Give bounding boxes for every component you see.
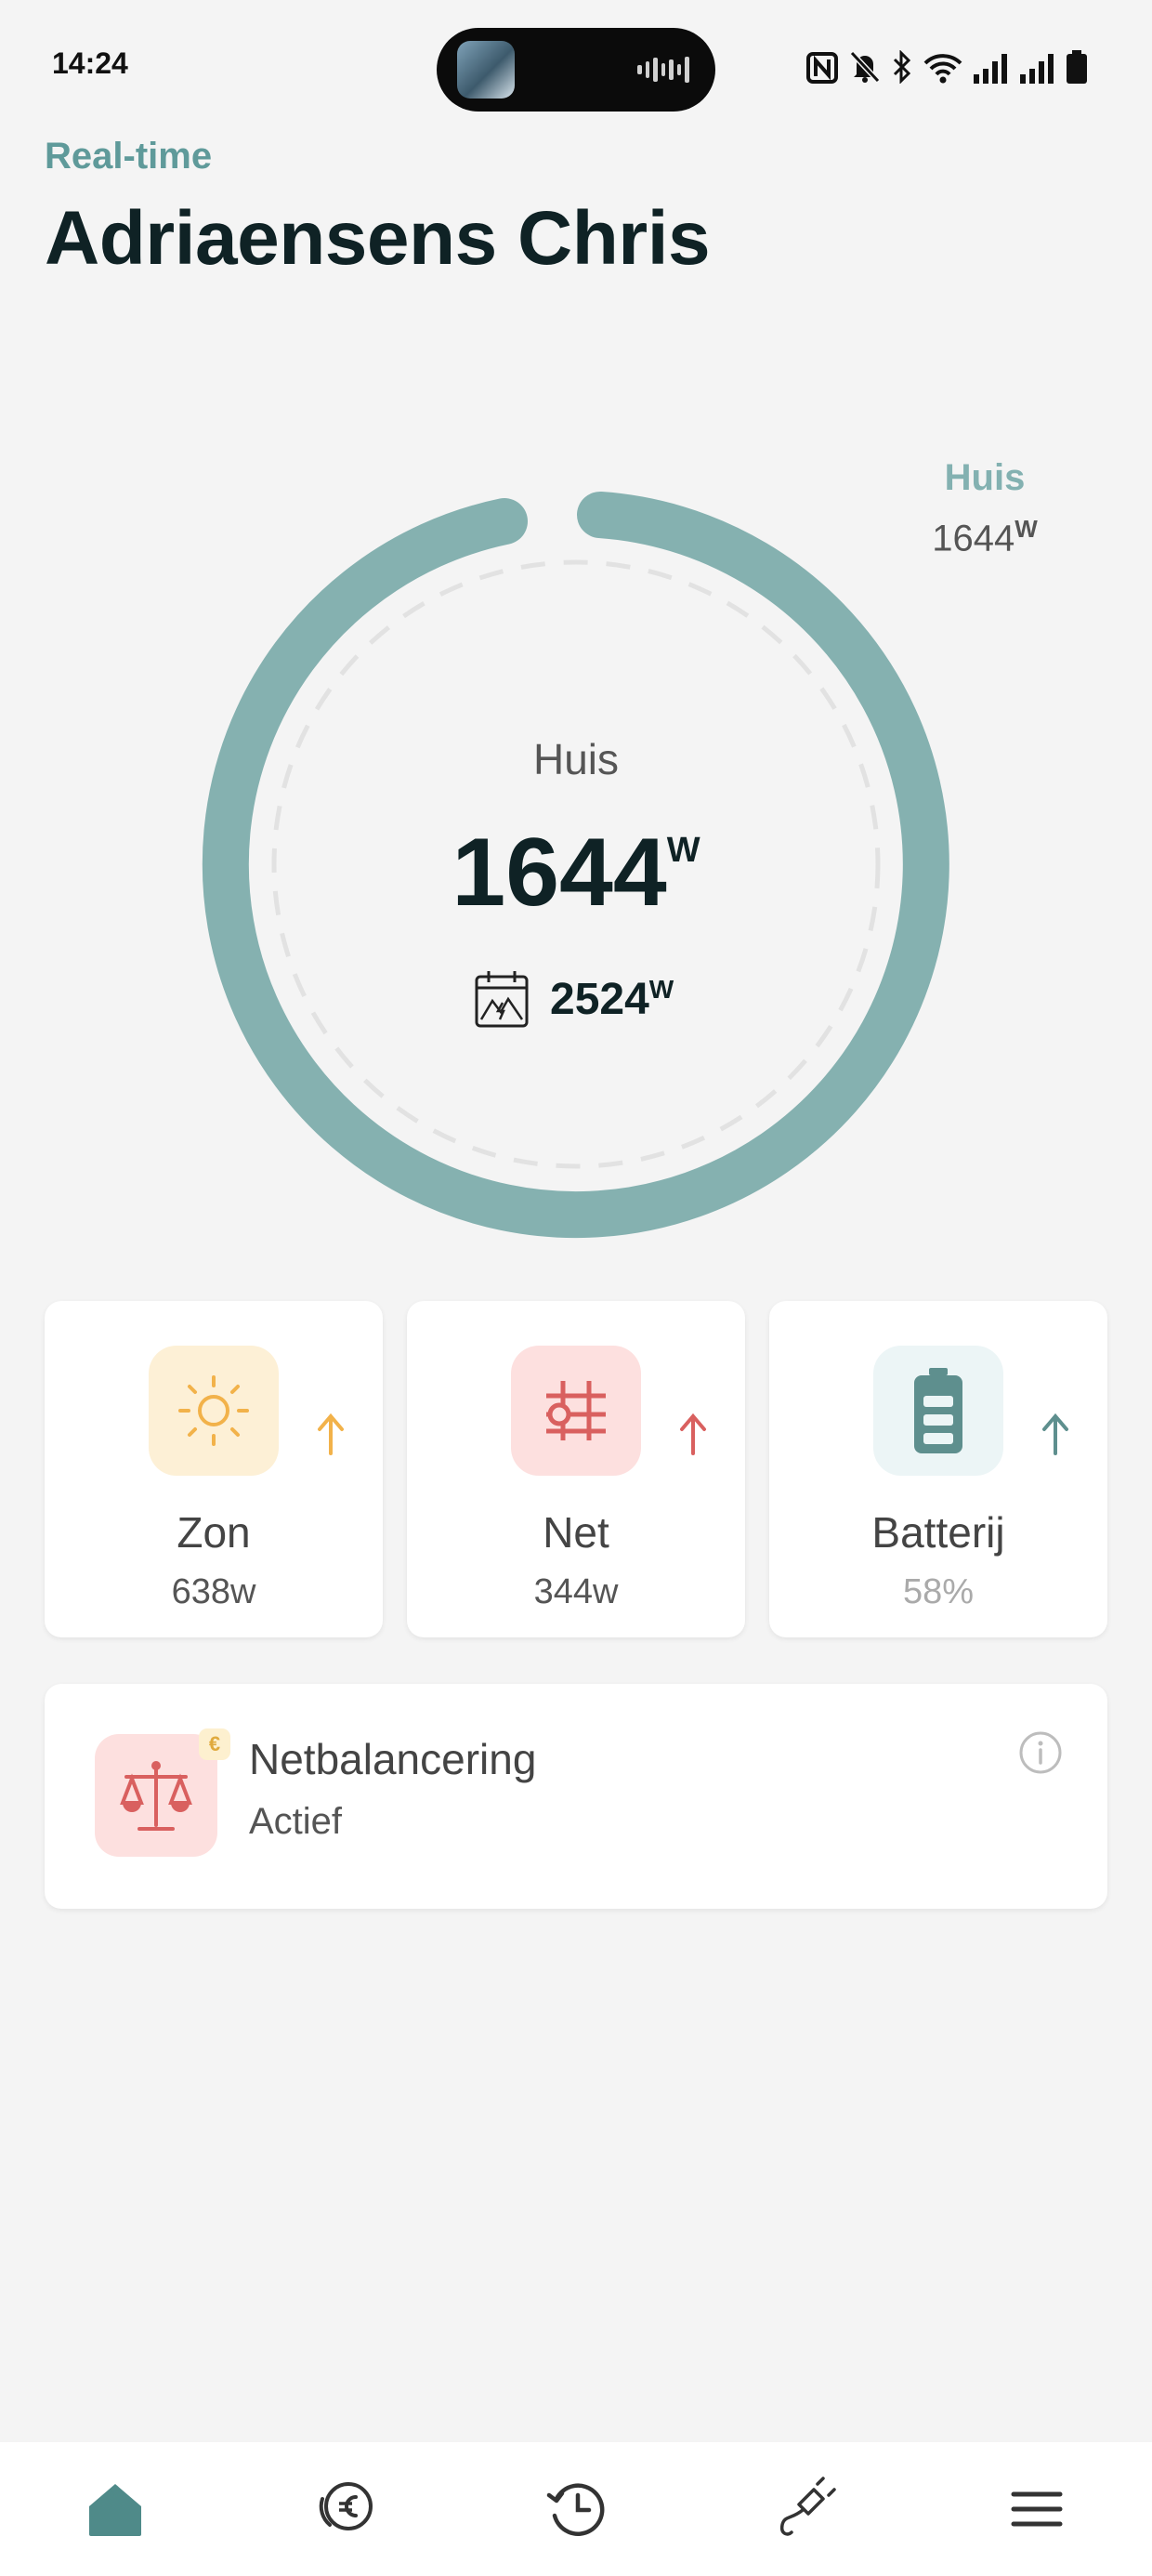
status-icons [806, 50, 1087, 84]
sun-icon-box [149, 1346, 279, 1476]
grid-icon [546, 1381, 606, 1440]
nav-history[interactable] [520, 2453, 632, 2565]
wifi-icon [923, 54, 962, 84]
audio-wave-icon [637, 56, 690, 84]
card-zon[interactable]: Zon 638w [45, 1301, 383, 1637]
page-title: Adriaensens Chris [45, 196, 711, 281]
card-value: 58% [902, 1572, 975, 1611]
bluetooth-icon [893, 50, 911, 84]
netbalancing-title: Netbalancering [249, 1735, 537, 1783]
plug-icon [779, 2477, 836, 2536]
netbalancing-card[interactable]: € Netbalancering Actief [45, 1684, 1107, 1909]
bottom-navigation [0, 2442, 1152, 2576]
history-icon [546, 2483, 605, 2536]
nav-home[interactable] [59, 2453, 171, 2565]
battery-icon [1067, 50, 1087, 84]
gauge-corner-label: Huis [944, 457, 1026, 498]
netbalancing-status: Actief [249, 1801, 343, 1842]
grid-icon-box [511, 1346, 641, 1476]
menu-icon [1011, 2491, 1063, 2527]
card-value: 638w [171, 1572, 256, 1611]
battery-icon-box [873, 1346, 1003, 1476]
page-subtitle: Real-time [45, 136, 213, 177]
arrow-up-icon [1042, 1413, 1068, 1455]
euro-badge: € [199, 1728, 230, 1760]
status-time: 14:24 [52, 46, 128, 80]
info-icon[interactable] [1018, 1730, 1063, 1775]
card-label: Zon [177, 1508, 251, 1557]
bell-muted-icon [849, 50, 881, 84]
scale-icon [120, 1761, 192, 1831]
signal-icon [1020, 54, 1054, 84]
home-icon [89, 2484, 141, 2536]
arrow-up-icon [680, 1413, 706, 1455]
nav-menu[interactable] [981, 2453, 1093, 2565]
peak-value: 2524 [550, 974, 649, 1024]
signal-icon [974, 54, 1007, 84]
gauge-corner-value: 1644W [932, 515, 1038, 559]
dynamic-island[interactable] [437, 28, 715, 112]
media-thumbnail [457, 41, 515, 99]
gauge-center-label: Huis [532, 735, 620, 783]
euro-icon [319, 2482, 373, 2530]
card-label: Batterij [871, 1508, 1005, 1557]
peak-unit: W [648, 974, 674, 1004]
sun-icon [178, 1375, 249, 1446]
calendar-peak-icon [475, 971, 529, 1028]
nav-devices[interactable] [751, 2453, 862, 2565]
nav-costs[interactable] [290, 2453, 401, 2565]
card-batterij[interactable]: Batterij 58% [769, 1301, 1107, 1637]
scale-icon-box: € [95, 1728, 230, 1857]
battery-icon [914, 1368, 962, 1453]
card-label: Net [543, 1508, 609, 1557]
nfc-icon [806, 52, 838, 84]
arrow-up-icon [318, 1413, 344, 1455]
gauge-center-value: 1644W [452, 819, 700, 927]
peak-power: 2524W [474, 966, 674, 1032]
card-value: 344w [533, 1572, 619, 1611]
card-net[interactable]: Net 344w [407, 1301, 745, 1637]
